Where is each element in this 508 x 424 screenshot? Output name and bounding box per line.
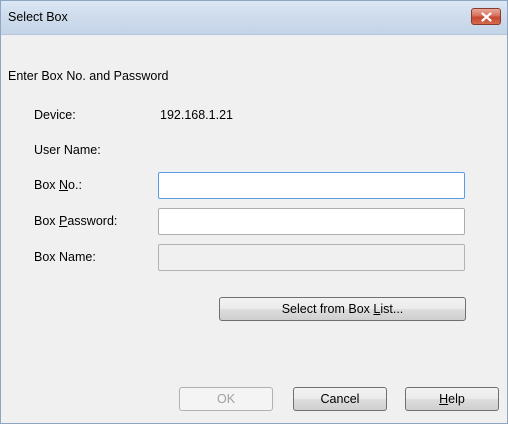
cancel-button[interactable]: Cancel xyxy=(293,387,387,411)
device-value: 192.168.1.21 xyxy=(160,108,233,122)
box-no-input[interactable] xyxy=(158,172,465,199)
box-name-field xyxy=(158,244,465,271)
instruction-text: Enter Box No. and Password xyxy=(8,69,169,83)
title-bar[interactable]: Select Box xyxy=(1,1,507,35)
select-from-box-list-button[interactable]: Select from Box List... xyxy=(219,297,466,321)
select-box-dialog: Select Box Enter Box No. and Password De… xyxy=(0,0,508,424)
help-button[interactable]: Help xyxy=(405,387,499,411)
box-password-label: Box Password: xyxy=(34,214,118,228)
box-no-access-key: N xyxy=(59,178,69,192)
close-icon xyxy=(481,12,492,22)
close-button[interactable] xyxy=(471,8,501,25)
ok-button[interactable]: OK xyxy=(179,387,273,411)
dialog-content: Enter Box No. and Password Device: 192.1… xyxy=(1,35,507,423)
device-label: Device: xyxy=(34,108,76,122)
box-name-label: Box Name: xyxy=(34,250,96,264)
user-name-label: User Name: xyxy=(34,143,101,157)
box-password-input[interactable] xyxy=(158,208,465,235)
box-no-label: Box No.: xyxy=(34,178,82,192)
window-title: Select Box xyxy=(8,10,68,24)
